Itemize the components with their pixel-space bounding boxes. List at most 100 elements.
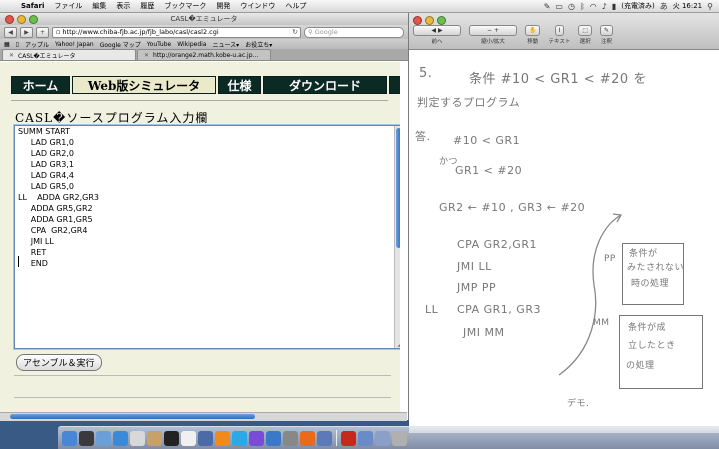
acrobat-icon[interactable]: [341, 430, 356, 446]
bookmark-yahoo[interactable]: Yahoo! Japan: [55, 41, 94, 48]
select-tool[interactable]: ⬚ 選択: [578, 25, 592, 45]
close-tab-icon[interactable]: ✕: [144, 52, 149, 59]
minimize-window-icon[interactable]: [425, 16, 434, 25]
skype-icon[interactable]: [232, 430, 247, 446]
search-placeholder: Google: [314, 28, 338, 36]
zoom-icon: − +: [469, 25, 517, 36]
hand-icon: ✋: [525, 25, 541, 36]
menu-bookmarks[interactable]: ブックマーク: [159, 1, 211, 11]
bookmarks-bar: ▦ ▯ アップル Yahoo! Japan Google マップ YouTube…: [0, 39, 408, 49]
preview-icon[interactable]: [198, 430, 213, 446]
page-horizontal-scrollbar[interactable]: [0, 412, 407, 421]
display-icon[interactable]: ▭: [555, 2, 563, 11]
bookmark-wikipedia[interactable]: Wikipedia: [177, 41, 206, 48]
menu-window[interactable]: ウインドウ: [235, 1, 280, 11]
editor-vertical-scrollbar[interactable]: [394, 126, 400, 348]
script-menu-icon[interactable]: ✎: [544, 2, 551, 11]
search-field[interactable]: ⚲ Google: [304, 26, 404, 38]
addressbook-icon[interactable]: [147, 430, 162, 446]
volume-icon[interactable]: ♪: [602, 2, 607, 11]
tool-label: 注釈: [601, 39, 613, 45]
forward-button[interactable]: ▶: [20, 26, 33, 38]
preview2-icon[interactable]: [317, 430, 332, 446]
menu-app-name[interactable]: Safari: [16, 2, 49, 10]
zoom-window-icon[interactable]: [437, 16, 446, 25]
back-button[interactable]: ◀: [4, 26, 17, 38]
nav-spec[interactable]: 仕様: [218, 76, 261, 94]
status-area: ✎ ▭ ◷ ᛒ ◠ ♪ ▮ (充電済み) あ 火 16:21 ⚲: [544, 1, 719, 12]
input-flag-icon[interactable]: あ: [660, 1, 668, 12]
nav-home[interactable]: ホーム: [11, 76, 70, 94]
terminal-icon[interactable]: [164, 430, 179, 446]
bookmark-apple[interactable]: アップル: [25, 40, 49, 49]
menu-file[interactable]: ファイル: [49, 1, 87, 11]
address-bar[interactable]: ▫ http://www.chiba-fjb.ac.jp/fjb_labo/ca…: [52, 26, 301, 38]
annotate-tool[interactable]: ✎ 注釈: [600, 25, 614, 45]
dashboard-icon[interactable]: [79, 430, 94, 446]
page-scroll-thumb[interactable]: [10, 414, 255, 419]
bookmark-news[interactable]: ニュース▾: [212, 40, 239, 49]
bluetooth-icon[interactable]: ᛒ: [580, 2, 585, 11]
zoom-tool[interactable]: − + 縮小/拡大: [469, 25, 517, 45]
nav-spacer: [389, 76, 400, 94]
menu-help[interactable]: ヘルプ: [280, 1, 311, 11]
pencil-icon: ✎: [600, 25, 614, 36]
safari-titlebar[interactable]: CASL�エミュレータ: [0, 13, 408, 25]
note-pp-box-line: 条件が: [629, 249, 658, 259]
menu-view[interactable]: 表示: [111, 1, 135, 11]
select-icon: ⬚: [578, 25, 592, 36]
add-bookmark-button[interactable]: +: [36, 26, 49, 38]
vlc-icon[interactable]: [215, 430, 230, 446]
resize-grip-icon[interactable]: ◢: [397, 341, 400, 348]
downloads-icon[interactable]: [375, 430, 390, 446]
dock: [58, 426, 719, 449]
menu-clock[interactable]: 火 16:21: [673, 1, 702, 11]
divider: [14, 375, 391, 376]
folder-icon[interactable]: [358, 430, 373, 446]
firefox-icon[interactable]: [300, 430, 315, 446]
sysprefs-icon[interactable]: [283, 430, 298, 446]
prev-next-tool[interactable]: ◀ ▶ 前へ: [413, 25, 461, 45]
assemble-run-button[interactable]: アセンブル＆実行: [16, 354, 102, 371]
text-tool[interactable]: I テキスト: [548, 25, 570, 45]
finder-icon[interactable]: [62, 430, 77, 446]
close-window-icon[interactable]: [413, 16, 422, 25]
bookmark-youtube[interactable]: YouTube: [147, 41, 171, 48]
code-line: ADDA GR1,GR5: [18, 215, 93, 224]
iphoto-icon[interactable]: [266, 430, 281, 446]
code-line: LAD GR4,4: [18, 171, 75, 180]
move-tool[interactable]: ✋ 移動: [525, 25, 541, 45]
close-tab-icon[interactable]: ✕: [9, 52, 14, 59]
nav-download[interactable]: ダウンロード: [263, 76, 387, 94]
nav-web-simulator[interactable]: Web版シミュレータ: [72, 76, 216, 94]
window-title: CASL�エミュレータ: [170, 15, 238, 23]
code-lines: SUMM START LAD GR1,0 LAD GR2,0 LAD GR3,1…: [15, 126, 400, 269]
editor-scroll-thumb[interactable]: [396, 128, 400, 248]
battery-icon[interactable]: ▮: [612, 2, 616, 11]
tab-casl-emulator[interactable]: ✕ CASL�エミュレータ: [2, 49, 136, 60]
timemachine-icon[interactable]: ◷: [568, 2, 575, 11]
bookmarks-book-icon[interactable]: ▯: [16, 41, 19, 48]
mail-icon[interactable]: [96, 430, 111, 446]
wifi-icon[interactable]: ◠: [590, 2, 597, 11]
textedit-icon[interactable]: [181, 430, 196, 446]
safari-icon[interactable]: [113, 430, 128, 446]
code-line: JMI LL: [18, 237, 54, 246]
source-code-textarea[interactable]: SUMM START LAD GR1,0 LAD GR2,0 LAD GR3,1…: [14, 125, 400, 349]
menu-develop[interactable]: 開発: [211, 1, 235, 11]
bookmarks-grid-icon[interactable]: ▦: [4, 41, 10, 48]
handwritten-notes-page: 5. 条件 #10 < GR1 < #20 を 判定するプログラム 答. #10…: [409, 50, 719, 433]
bookmark-google-maps[interactable]: Google マップ: [100, 40, 141, 49]
tab-label: CASL�エミュレータ: [18, 52, 76, 60]
itunes-icon[interactable]: [249, 430, 264, 446]
ical-icon[interactable]: [130, 430, 145, 446]
spotlight-icon[interactable]: ⚲: [707, 2, 713, 11]
menu-history[interactable]: 履歴: [135, 1, 159, 11]
bookmark-useful[interactable]: お役立ち▾: [245, 40, 272, 49]
preview-tools: ◀ ▶ 前へ − + 縮小/拡大 ✋ 移動 I テキスト ⬚ 選択 ✎ 注釈: [413, 25, 715, 45]
tab-kobe-u[interactable]: ✕ http://orange2.math.kobe-u.ac.jp...: [137, 49, 271, 60]
menu-edit[interactable]: 編集: [87, 1, 111, 11]
reload-icon[interactable]: ↻: [292, 28, 300, 36]
note-pp-box-line: みたされない: [627, 263, 685, 273]
trash-icon[interactable]: [392, 430, 407, 446]
